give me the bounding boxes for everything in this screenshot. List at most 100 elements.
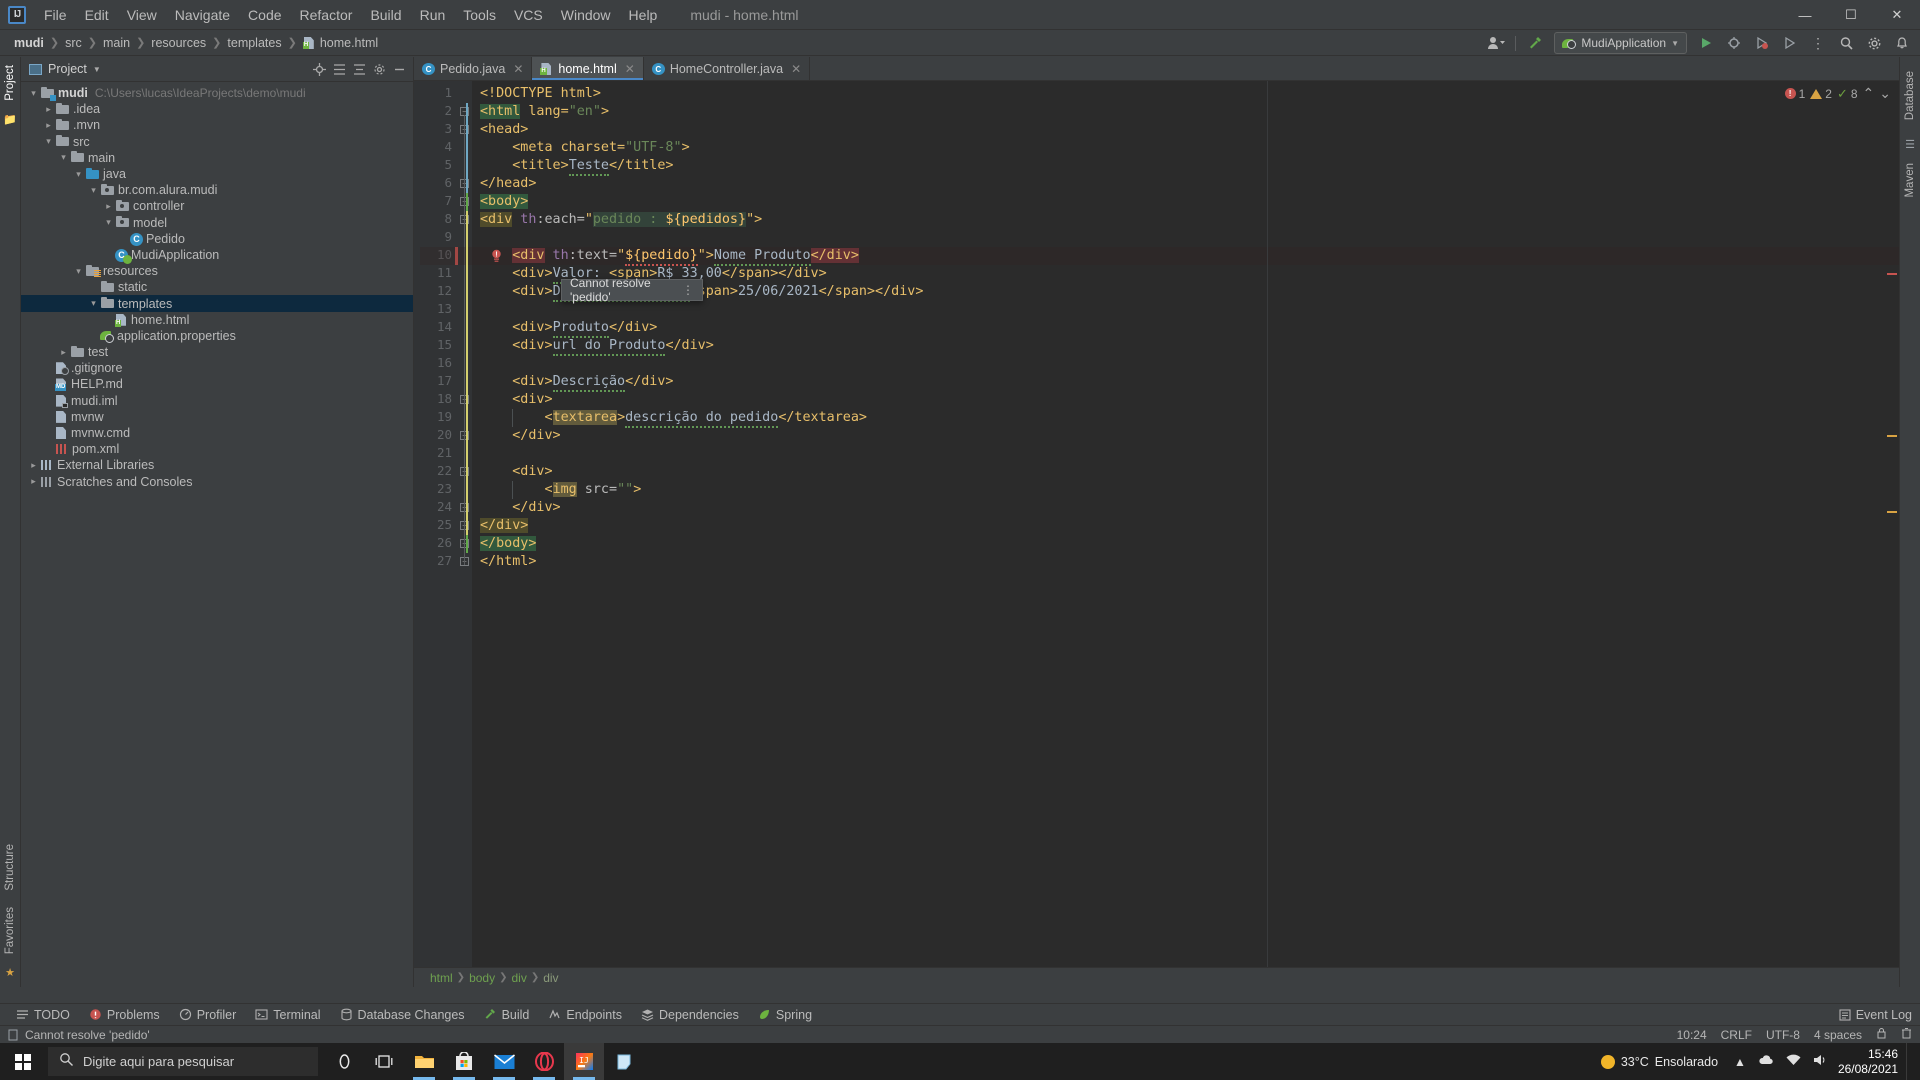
inspection-prev-icon[interactable]: ⌃ [1863,85,1875,102]
code-line[interactable]: <title>Teste</title> [480,157,674,176]
line-number-gutter[interactable]: 1 2 3 4 5 6 7 8 9 10 11 12 13 14 15 16 17 18 19 20 21 22 23 24 2… [414,81,458,967]
chevron-right-icon[interactable] [27,460,40,471]
menu-navigate[interactable]: Navigate [166,3,239,27]
code-line[interactable]: <div> [480,463,552,481]
tree-node-pedido[interactable]: C Pedido [21,231,413,247]
sidebar-tab-database[interactable]: Database [1901,63,1919,128]
menu-window[interactable]: Window [552,3,620,27]
scroll-marker-warning[interactable] [1887,511,1897,513]
menu-view[interactable]: View [118,3,166,27]
tree-node-mudi[interactable]: mudi C:\Users\lucas\IdeaProjects\demo\mud… [21,85,413,101]
editor-tab-pedido-java[interactable]: C Pedido.java ✕ [414,57,533,80]
chevron-right-icon[interactable] [102,201,115,212]
file-explorer-icon[interactable] [404,1043,444,1080]
code-line[interactable]: <div th:each="pedido : ${pedidos}"> [480,211,762,229]
menu-file[interactable]: File [35,3,76,27]
user-dropdown-icon[interactable] [1484,32,1508,54]
scroll-marker-error[interactable] [1887,273,1897,275]
chevron-right-icon[interactable] [57,347,70,358]
code-line[interactable]: </div> [480,499,560,517]
network-icon[interactable] [1780,1054,1807,1069]
code-line[interactable]: <textarea>descrição do pedido</textarea> [480,409,867,428]
error-bulb-icon[interactable]: ! [490,249,503,263]
minimize-button[interactable]: — [1782,0,1828,30]
chevron-down-icon[interactable] [102,217,115,228]
toolwindow-todo[interactable]: TODO [8,1006,78,1024]
run-icon[interactable] [1694,32,1718,54]
code-line[interactable]: <body> [480,193,529,211]
chevron-right-icon[interactable] [42,120,55,131]
tree-node-external-libraries[interactable]: External Libraries [21,457,413,473]
inspection-ok[interactable]: ✓ 8 [1837,86,1858,102]
tree-node-main[interactable]: main [21,150,413,166]
coverage-icon[interactable] [1750,32,1774,54]
tree-node-mvnw-cmd[interactable]: mvnw.cmd [21,425,413,441]
tree-node-java[interactable]: java [21,166,413,182]
sidebar-tab-structure[interactable]: Structure [1,836,19,899]
project-panel-title-group[interactable]: Project ▼ [29,62,101,76]
tree-node-controller[interactable]: controller [21,198,413,214]
toolwindow-spring[interactable]: Spring [750,1006,820,1024]
editor-tab-homecontroller-java[interactable]: C HomeController.java ✕ [644,57,811,80]
inspection-errors[interactable]: ! 1 [1784,87,1805,101]
weather-widget[interactable]: 33°C Ensolarado [1591,1054,1728,1069]
menu-tools[interactable]: Tools [454,3,505,27]
menu-run[interactable]: Run [411,3,455,27]
chevron-down-icon[interactable] [57,152,70,163]
tree-node-br-com-alura-mudi[interactable]: br.com.alura.mudi [21,182,413,198]
chevron-down-icon[interactable] [27,88,40,99]
event-log-button[interactable]: Event Log [1839,1008,1912,1022]
close-button[interactable]: ✕ [1874,0,1920,30]
close-icon[interactable]: ✕ [625,62,635,76]
settings-icon[interactable] [370,60,388,78]
tooltip-more-icon[interactable]: ⋮ [682,283,694,297]
code-line[interactable]: <div> [480,391,552,409]
hide-panel-icon[interactable] [390,60,408,78]
more-icon[interactable]: ⋮ [1806,32,1830,54]
error-tooltip[interactable]: Cannot resolve 'pedido' ⋮ [561,276,703,304]
breadcrumb-home-html[interactable]: H home.html [299,34,382,52]
locate-icon[interactable] [310,60,328,78]
tree-node--gitignore[interactable]: .gitignore [21,360,413,376]
onedrive-icon[interactable] [1752,1054,1780,1069]
code-line[interactable]: <meta charset="UTF-8"> [480,139,689,157]
notifications-icon[interactable] [1890,32,1914,54]
inspection-next-icon[interactable]: ⌄ [1879,85,1891,102]
tree-node-application-properties[interactable]: application.properties [21,328,413,344]
menu-edit[interactable]: Edit [76,3,118,27]
tree-node-model[interactable]: model [21,215,413,231]
menu-help[interactable]: Help [620,3,667,27]
debug-icon[interactable] [1722,32,1746,54]
search-input[interactable] [83,1054,293,1069]
toolwindow-problems[interactable]: Problems [81,1006,168,1024]
chevron-down-icon[interactable] [87,185,100,196]
editor-breadcrumb-div1[interactable]: div [511,971,526,985]
task-view-icon[interactable] [364,1043,404,1080]
file-encoding[interactable]: UTF-8 [1766,1028,1800,1042]
breadcrumb-templates[interactable]: templates [223,34,285,52]
sticky-notes-icon[interactable] [604,1043,644,1080]
sidebar-tab-maven[interactable]: Maven [1901,155,1919,206]
code-line[interactable]: </div> [480,517,529,535]
editor-breadcrumb-body[interactable]: body [469,971,495,985]
tree-node-mvnw[interactable]: mvnw [21,409,413,425]
code-line[interactable]: </body> [480,535,537,553]
tree-node-help-md[interactable]: MD HELP.md [21,376,413,392]
tree-node-templates[interactable]: templates [21,295,413,312]
taskbar-search[interactable] [48,1047,318,1076]
chevron-down-icon[interactable] [87,298,100,309]
chevron-right-icon[interactable] [42,104,55,115]
tree-node-resources[interactable]: resources [21,263,413,279]
breadcrumb-mudi[interactable]: mudi [10,34,48,52]
menu-refactor[interactable]: Refactor [291,3,362,27]
menu-code[interactable]: Code [239,3,290,27]
code-viewport[interactable]: 1 2 3 4 5 6 7 8 9 10 11 12 13 14 15 16 17 18 19 20 21 22 23 24 2… [414,81,1899,967]
breadcrumb-main[interactable]: main [99,34,134,52]
trash-icon[interactable] [1901,1027,1912,1042]
menu-build[interactable]: Build [361,3,410,27]
editor-tab-home-html[interactable]: Hhome.html ✕ [532,57,644,80]
hammer-icon[interactable] [1523,32,1547,54]
sidebar-tab-favorites[interactable]: Favorites [1,899,19,962]
chevron-down-icon[interactable] [42,136,55,147]
code-line[interactable]: <div th:text="${pedido}">Nome Produto</d… [480,247,859,266]
